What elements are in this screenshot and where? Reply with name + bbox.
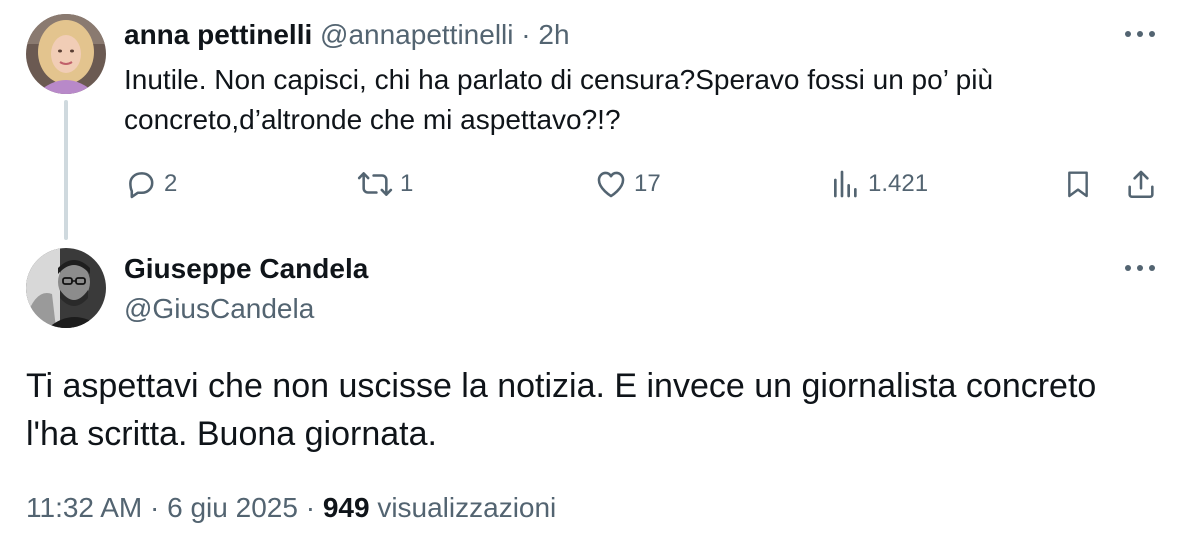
avatar[interactable] (26, 14, 106, 94)
views-count: 1.421 (868, 170, 929, 197)
separator-dot: · (150, 492, 160, 523)
views-button[interactable]: 1.421 (830, 164, 928, 204)
reply-button[interactable]: 2 (124, 164, 177, 204)
repost-button[interactable]: 1 (356, 164, 413, 204)
separator-dot: · (521, 19, 531, 50)
repost-count: 1 (400, 170, 414, 197)
share-button[interactable] (1124, 164, 1158, 204)
post-meta: 11:32 AM · 6 giu 2025 · 949 visualizzazi… (26, 490, 556, 526)
author-handle[interactable]: @GiusCandela (124, 292, 314, 326)
author-handle[interactable]: @annapettinelli (320, 19, 513, 50)
bookmark-icon (1062, 167, 1094, 201)
reply-icon (124, 167, 158, 201)
views-label: visualizzazioni (377, 492, 557, 523)
post-time[interactable]: 2h (538, 19, 569, 50)
like-icon (594, 167, 628, 201)
thread-connector-line (64, 100, 68, 240)
post-date[interactable]: 6 giu 2025 (167, 492, 298, 523)
views-icon (830, 168, 862, 200)
more-icon[interactable] (1120, 256, 1160, 280)
separator-dot: · (305, 492, 316, 523)
share-icon (1124, 167, 1158, 201)
more-icon[interactable] (1120, 22, 1160, 46)
bookmark-button[interactable] (1062, 164, 1094, 204)
repost-icon (356, 167, 394, 201)
reply-header: anna pettinelli @annapettinelli · 2h (124, 18, 570, 52)
reply-body-text: Inutile. Non capisci, chi ha parlato di … (124, 64, 994, 135)
like-count: 17 (634, 170, 661, 197)
author-name[interactable]: Giuseppe Candela (124, 252, 368, 286)
author-name[interactable]: anna pettinelli (124, 19, 312, 50)
main-body-text: Ti aspettavi che non uscisse la notizia.… (26, 367, 1097, 453)
post-time[interactable]: 11:32 AM (26, 492, 142, 523)
reply-count: 2 (164, 170, 178, 197)
like-button[interactable]: 17 (594, 164, 661, 204)
views-count: 949 (322, 492, 370, 523)
avatar[interactable] (26, 248, 106, 328)
